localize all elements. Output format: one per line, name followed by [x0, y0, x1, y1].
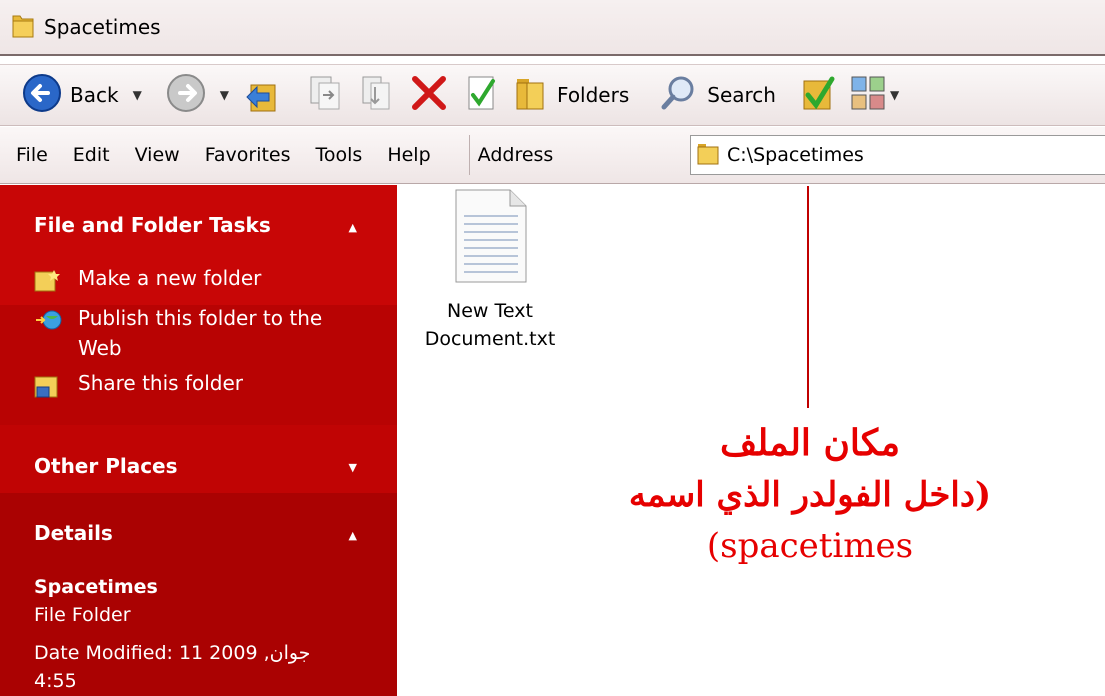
annotation-pointer-line — [807, 186, 809, 408]
details-section: Details ▲ Spacetimes File Folder Date Mo… — [0, 493, 397, 696]
annotation-line3: (spacetimes — [706, 526, 914, 566]
folder-icon — [697, 141, 719, 170]
new-folder-icon — [34, 268, 64, 300]
address-label: Address — [477, 144, 554, 166]
task-publish-web[interactable]: Publish this folder to the Web — [34, 303, 364, 363]
collapse-up-icon[interactable]: ▲ — [349, 221, 357, 234]
back-label: Back — [70, 83, 119, 107]
folder-check-icon — [800, 73, 836, 118]
task-pane: File and Folder Tasks ▲ Make a new folde… — [0, 185, 397, 696]
annotation-line2: (داخل الفولدر الذي اسمه — [628, 475, 992, 515]
menu-view[interactable]: View — [135, 144, 180, 166]
properties-button[interactable] — [463, 73, 499, 118]
menu-file[interactable]: File — [16, 144, 48, 166]
copy-to-icon — [359, 73, 395, 118]
text-document-icon — [452, 189, 528, 289]
window-title: Spacetimes — [44, 15, 161, 39]
address-bar[interactable]: C:\Spacetimes — [690, 135, 1105, 175]
move-to-icon — [305, 73, 345, 118]
other-places-section: Other Places ▼ — [0, 425, 397, 493]
forward-button[interactable]: ▼ — [166, 73, 229, 118]
menu-tools[interactable]: Tools — [316, 144, 363, 166]
share-folder-icon — [34, 373, 64, 407]
menu-separator — [468, 135, 470, 175]
expand-down-icon[interactable]: ▼ — [349, 461, 357, 474]
collapse-up-icon[interactable]: ▲ — [349, 529, 357, 542]
details-time: 4:55 — [34, 670, 77, 692]
details-header[interactable]: Details — [34, 521, 113, 545]
move-to-button[interactable] — [305, 73, 345, 118]
address-value: C:\Spacetimes — [727, 144, 864, 166]
file-item[interactable]: New Text Document.txt — [400, 188, 580, 353]
details-date: Date Modified: 11 2009 ,جوان — [34, 642, 311, 664]
forward-dropdown-icon[interactable]: ▼ — [220, 88, 229, 102]
details-type: File Folder — [34, 604, 131, 626]
menu-bar: File Edit View Favorites Tools Help Addr… — [0, 127, 1105, 184]
details-info: Spacetimes File Folder Date Modified: 11… — [34, 573, 310, 695]
views-dropdown-icon[interactable]: ▼ — [890, 88, 899, 102]
file-name-line1: New Text — [447, 300, 533, 322]
other-places-header[interactable]: Other Places — [34, 454, 178, 478]
annotation-line1: مكان الملف — [719, 422, 901, 464]
task-label: Publish this folder to the Web — [78, 306, 323, 360]
task-make-new-folder[interactable]: Make a new folder — [34, 263, 261, 300]
up-folder-button[interactable] — [243, 73, 279, 118]
views-button[interactable]: ▼ — [850, 75, 899, 116]
folder-icon — [12, 12, 34, 43]
delete-button[interactable] — [409, 73, 449, 118]
task-label: Share this folder — [78, 371, 243, 395]
delete-x-icon — [409, 73, 449, 118]
up-folder-icon — [243, 73, 279, 118]
title-bar: Spacetimes — [0, 0, 1105, 56]
folders-button[interactable]: Folders — [513, 73, 629, 118]
back-dropdown-icon[interactable]: ▼ — [133, 88, 142, 102]
folder-options-button[interactable] — [800, 73, 836, 118]
globe-publish-icon — [34, 308, 64, 340]
annotation-text: مكان الملف (داخل الفولدر الذي اسمه (spac… — [540, 418, 1080, 570]
menu-edit[interactable]: Edit — [73, 144, 110, 166]
checkmark-document-icon — [463, 73, 499, 118]
task-label: Make a new folder — [78, 266, 262, 290]
search-button[interactable]: Search — [659, 73, 776, 118]
file-name-line2: Document.txt — [424, 328, 556, 350]
copy-to-button[interactable] — [359, 73, 395, 118]
forward-arrow-icon — [166, 73, 206, 118]
back-arrow-icon — [22, 73, 62, 118]
search-icon — [659, 73, 699, 118]
back-button[interactable]: Back ▼ — [22, 73, 142, 118]
search-label: Search — [707, 83, 776, 107]
details-name: Spacetimes — [34, 576, 158, 598]
toolbar: Back ▼ ▼ Folders Search ▼ — [0, 64, 1105, 126]
menu-help[interactable]: Help — [387, 144, 430, 166]
file-folder-tasks-header[interactable]: File and Folder Tasks — [34, 213, 271, 237]
file-name: New Text Document.txt — [400, 297, 580, 353]
menu-favorites[interactable]: Favorites — [205, 144, 291, 166]
views-thumbnails-icon — [850, 75, 886, 116]
folder-icon — [513, 73, 549, 118]
folders-label: Folders — [557, 83, 630, 107]
task-share-folder[interactable]: Share this folder — [34, 368, 243, 407]
